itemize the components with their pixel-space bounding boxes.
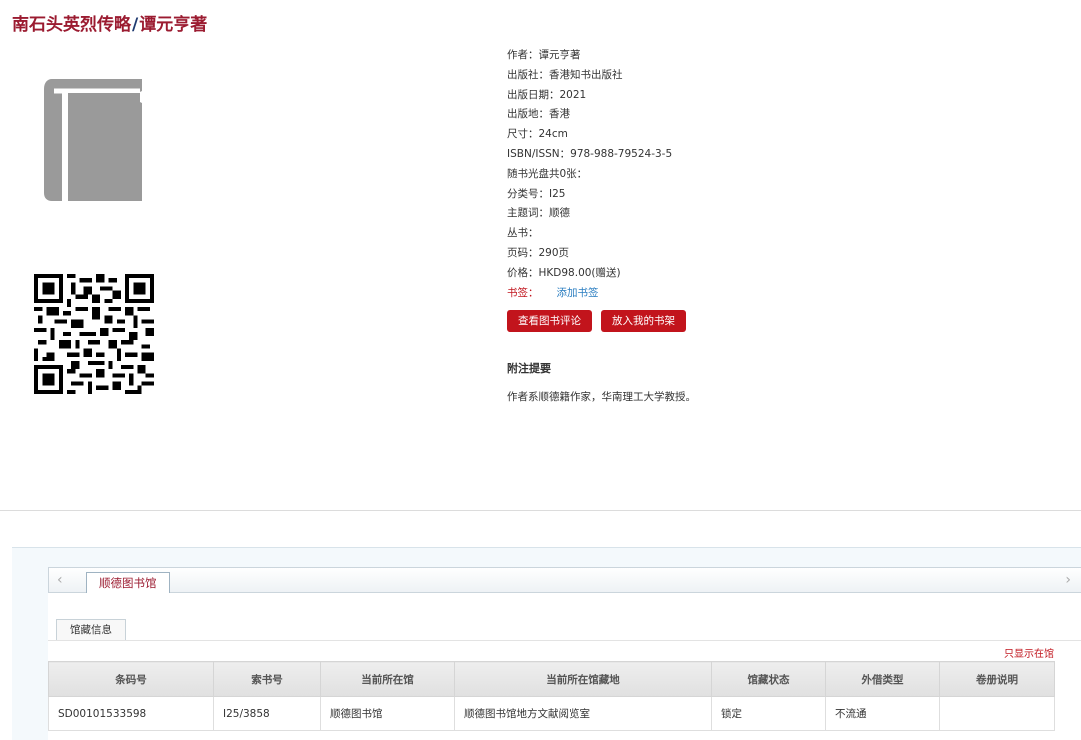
- meta-row: 主题词：顺德: [507, 204, 1067, 224]
- chevron-left-icon[interactable]: ‹: [57, 572, 63, 588]
- add-to-shelf-button[interactable]: 放入我的书架: [601, 310, 686, 332]
- table-row: SD00101533598 I25/3858 顺德图书馆 顺德图书馆地方文献阅览室 锁定…: [48, 696, 1055, 731]
- table-cell: 顺德图书馆地方文献阅览室: [454, 696, 712, 731]
- table-cell: 顺德图书馆: [320, 696, 455, 731]
- book-title: 南石头英烈传略: [12, 15, 131, 35]
- tab-shunde-library[interactable]: 顺德图书馆: [86, 572, 170, 594]
- meta-label: ISBN/ISSN：: [507, 147, 571, 160]
- meta-label: 随书光盘共0张：: [507, 167, 588, 180]
- page-title: 南石头英烈传略/谭元亨著: [12, 10, 207, 35]
- meta-value: 香港: [549, 108, 570, 121]
- tab-holdings-info[interactable]: 馆藏信息: [56, 619, 126, 641]
- meta-label: 主题词：: [507, 207, 549, 220]
- meta-row: 出版地：香港: [507, 105, 1067, 125]
- meta-label: 出版地：: [507, 108, 549, 121]
- meta-row: 价格：HKD98.00(赠送): [507, 264, 1067, 284]
- meta-value: 谭元亨著: [538, 49, 581, 61]
- meta-value: HKD98.00(赠送): [538, 266, 621, 279]
- meta-label: 作者：: [507, 49, 539, 61]
- book-icon: [44, 79, 142, 201]
- title-separator: /: [132, 15, 139, 35]
- meta-label: 页码：: [507, 246, 539, 259]
- book-author: 谭元亨著: [139, 15, 208, 35]
- qr-code: [34, 274, 154, 394]
- meta-value: 978-988-79524-3-5: [570, 147, 673, 160]
- table-cell: [939, 696, 1055, 731]
- only-show-available-link[interactable]: 只显示在馆: [1004, 645, 1054, 660]
- meta-row: 尺寸：24cm: [507, 125, 1067, 145]
- meta-value: 2021: [559, 88, 587, 101]
- meta-value: 香港知书出版社: [549, 68, 623, 81]
- meta-row: 页码：290页: [507, 244, 1067, 264]
- meta-value: 290页: [538, 246, 570, 259]
- holdings-panel: ‹ 顺德图书馆 › 馆藏信息 只显示在馆 条码号 索书号 当前所在馆 当前所在馆藏地馆…: [12, 547, 1081, 740]
- chevron-right-icon[interactable]: ›: [1065, 572, 1071, 588]
- meta-value: 24cm: [538, 128, 568, 141]
- note-text: 作者系顺德籍作家，华南理工大学教授。: [507, 391, 696, 403]
- meta-label: 分类号：: [507, 187, 549, 200]
- meta-value: 顺德: [549, 207, 570, 220]
- table-cell: 锁定: [711, 696, 826, 731]
- section-divider: [0, 510, 1081, 511]
- meta-row: 丛书：: [507, 224, 1067, 244]
- holdings-table: 条码号 索书号 当前所在馆 当前所在馆藏地 馆藏状态 外借类型 卷册说明 SD0010153…: [48, 661, 1055, 731]
- subtab-divider: [48, 640, 1081, 641]
- holdings-content: 馆藏信息 只显示在馆 条码号 索书号 当前所在馆 当前所在馆藏地 馆藏状态 外借类型 卷册说…: [48, 593, 1081, 740]
- meta-row: ISBN/ISSN：978-988-79524-3-5: [507, 145, 1067, 165]
- column-header: 卷册说明: [939, 661, 1055, 697]
- library-tab-bar: ‹ 顺德图书馆 ›: [48, 567, 1081, 594]
- bookmark-label: 书签：: [507, 286, 539, 299]
- meta-row: 出版社：香港知书出版社: [507, 66, 1067, 86]
- meta-label: 价格：: [507, 266, 539, 279]
- action-buttons: 查看图书评论 放入我的书架: [507, 310, 686, 332]
- column-header: 馆藏状态: [711, 661, 826, 697]
- meta-value: I25: [549, 187, 566, 200]
- column-header: 当前所在馆藏地: [454, 661, 712, 697]
- meta-label: 出版社：: [507, 68, 549, 81]
- bookmark-row: 书签： 添加书签: [507, 284, 1067, 304]
- view-reviews-button[interactable]: 查看图书评论: [507, 310, 592, 332]
- column-header: 外借类型: [825, 661, 940, 697]
- book-detail-page: 南石头英烈传略/谭元亨著 作者：谭元亨著 出版社：香港知书出版社 出版日期：20…: [0, 0, 1081, 740]
- column-header: 当前所在馆: [320, 661, 455, 697]
- meta-row: 分类号：I25: [507, 185, 1067, 205]
- meta-label: 出版日期：: [507, 88, 560, 101]
- note-heading: 附注提要: [507, 362, 551, 375]
- book-metadata: 作者：谭元亨著 出版社：香港知书出版社 出版日期：2021 出版地：香港 尺寸：24cm…: [507, 46, 1067, 303]
- meta-row: 出版日期：2021: [507, 86, 1067, 106]
- meta-label: 尺寸：: [507, 128, 539, 141]
- meta-row: 作者：谭元亨著: [507, 46, 1067, 66]
- column-header: 索书号: [213, 661, 321, 697]
- table-cell: I25/3858: [213, 696, 321, 731]
- column-header: 条码号: [48, 661, 214, 697]
- table-cell: SD00101533598: [48, 696, 214, 731]
- table-cell: 不流通: [825, 696, 940, 731]
- meta-row: 随书光盘共0张：: [507, 165, 1067, 185]
- add-bookmark-link[interactable]: 添加书签: [557, 287, 599, 299]
- meta-label: 丛书：: [507, 227, 539, 240]
